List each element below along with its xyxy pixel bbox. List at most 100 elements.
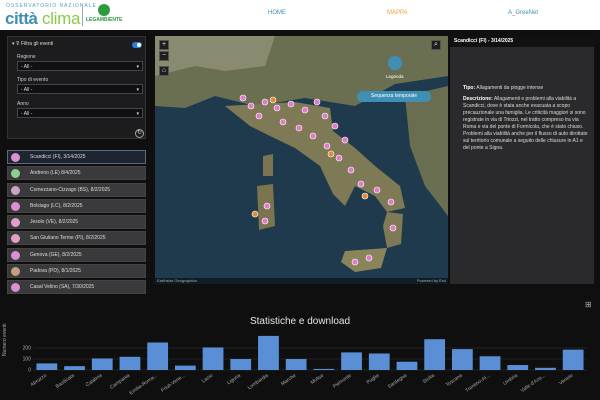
sequence-button[interactable]: Sequenza temporale <box>357 91 431 102</box>
list-item[interactable]: Bolsiago (LC), 8/2/2025 <box>7 198 146 213</box>
event-marker[interactable] <box>323 142 331 150</box>
list-item[interactable]: Jesolo (VE), 8/2/2025 <box>7 215 146 230</box>
list-item[interactable]: San Giuliano Terme (PI), 8/2/2025 <box>7 231 146 246</box>
x-tick-label: Abruzzo <box>30 373 49 389</box>
list-item[interactable]: Genova (GE), 8/2/2025 <box>7 247 146 262</box>
nav-mappa[interactable]: MAPPA <box>387 10 408 16</box>
event-type-icon <box>11 250 20 260</box>
x-tick-label: Valle d'Aos... <box>520 373 547 394</box>
event-marker[interactable] <box>365 254 373 262</box>
bar[interactable] <box>535 367 556 370</box>
x-tick-label: Basilicata <box>55 373 76 390</box>
event-label: Andreno (LE) 8/4/2025 <box>30 170 81 177</box>
bar[interactable] <box>64 366 85 370</box>
event-type-icon <box>11 169 20 179</box>
bar[interactable] <box>202 347 224 370</box>
event-marker[interactable] <box>331 122 339 130</box>
event-marker[interactable] <box>261 217 269 225</box>
event-marker[interactable] <box>269 96 277 104</box>
event-marker[interactable] <box>261 98 269 106</box>
event-marker[interactable] <box>247 102 255 110</box>
event-type-icon <box>11 234 20 244</box>
bar[interactable] <box>147 342 169 371</box>
bar[interactable] <box>174 365 196 370</box>
event-marker[interactable] <box>341 136 349 144</box>
list-item[interactable]: Andreno (LE) 8/4/2025 <box>7 166 146 181</box>
event-label: Bolsiago (LC), 8/2/2025 <box>30 202 83 209</box>
bar[interactable] <box>258 335 279 370</box>
stats-title: Statistiche e download <box>249 316 351 327</box>
bar[interactable] <box>507 365 529 370</box>
zoom-in-button[interactable]: + <box>159 40 169 50</box>
event-marker[interactable] <box>295 124 303 132</box>
detail-panel: Scandicci (FI) - 3/14/2025 Tipo: Allagam… <box>450 36 594 284</box>
grid-icon[interactable]: ⊞ <box>585 300 592 309</box>
event-marker[interactable] <box>373 186 381 194</box>
list-item[interactable]: Casal Velino (SA), 7/30/2025 <box>7 280 146 295</box>
event-marker[interactable] <box>361 192 369 200</box>
nav-home[interactable]: HOME <box>268 10 286 16</box>
map-view[interactable]: + − ⌂ ⌕ Legenda Sequenza temporale Earth… <box>155 36 448 284</box>
bar[interactable] <box>368 353 390 371</box>
bar[interactable] <box>341 352 362 370</box>
event-marker[interactable] <box>251 210 259 218</box>
event-marker[interactable] <box>327 150 335 158</box>
brand-clima[interactable]: clima <box>42 9 80 29</box>
event-marker[interactable] <box>313 98 321 106</box>
attribution-right[interactable]: Powered by Esri <box>417 278 446 283</box>
regione-value: - All - <box>21 64 33 70</box>
y-tick-label: 0 <box>28 368 31 374</box>
tipo-select[interactable]: - All - ▾ <box>17 84 143 94</box>
event-marker[interactable] <box>351 258 359 266</box>
regione-select[interactable]: - All - ▾ <box>17 61 143 71</box>
event-marker[interactable] <box>387 198 395 206</box>
event-marker[interactable] <box>321 112 329 120</box>
event-label: Padova (PD), 8/1/2025 <box>30 268 81 275</box>
event-type-icon <box>11 218 20 228</box>
list-item[interactable]: Scandicci (FI), 3/14/2025 <box>7 150 146 164</box>
event-marker[interactable] <box>335 154 343 162</box>
event-marker[interactable] <box>287 100 295 108</box>
refresh-icon[interactable]: ↻ <box>135 129 144 138</box>
bar[interactable] <box>562 349 584 370</box>
event-marker[interactable] <box>389 224 397 232</box>
search-icon[interactable]: ⌕ <box>431 40 441 50</box>
event-label: Scandicci (FI), 3/14/2025 <box>30 154 86 160</box>
x-tick-label: Campania <box>109 373 131 391</box>
bar[interactable] <box>313 368 335 370</box>
bar[interactable] <box>230 359 252 370</box>
legend-button[interactable] <box>388 56 402 70</box>
desc-key: Descrizione: <box>463 96 493 102</box>
x-tick-label: Marche <box>280 373 297 388</box>
brand-divider <box>82 5 83 26</box>
event-marker[interactable] <box>263 202 271 210</box>
corsica-land <box>263 154 273 176</box>
bar[interactable] <box>36 363 58 370</box>
bar[interactable] <box>119 356 141 370</box>
filters-header[interactable]: ▾ ⊽ Filtra gli eventi <box>12 41 53 47</box>
bar[interactable] <box>451 349 473 370</box>
top-header: OSSERVATORIO NAZIONALE città clima LEGAM… <box>0 0 600 30</box>
event-marker[interactable] <box>279 118 287 126</box>
bar[interactable] <box>424 339 446 370</box>
home-icon[interactable]: ⌂ <box>159 66 169 76</box>
bar[interactable] <box>396 361 418 370</box>
filter-toggle[interactable] <box>132 42 142 48</box>
event-marker[interactable] <box>309 132 317 140</box>
bar[interactable] <box>91 358 113 370</box>
event-marker[interactable] <box>239 94 247 102</box>
anno-select[interactable]: - All - ▾ <box>17 108 143 118</box>
nav-user[interactable]: A_GreeNet <box>508 10 538 16</box>
brand-citta[interactable]: città <box>5 9 38 29</box>
list-item[interactable]: Comezzano-Cizzago (BS), 8/2/2025 <box>7 182 146 197</box>
zoom-out-button[interactable]: − <box>159 51 169 61</box>
event-marker[interactable] <box>357 180 365 188</box>
list-item[interactable]: Padova (PD), 8/1/2025 <box>7 264 146 279</box>
event-marker[interactable] <box>255 112 263 120</box>
bar[interactable] <box>285 359 307 370</box>
x-tick-label: Toscana <box>445 373 464 389</box>
event-marker[interactable] <box>273 104 281 112</box>
event-marker[interactable] <box>301 106 309 114</box>
event-marker[interactable] <box>347 166 355 174</box>
bar[interactable] <box>479 356 501 370</box>
